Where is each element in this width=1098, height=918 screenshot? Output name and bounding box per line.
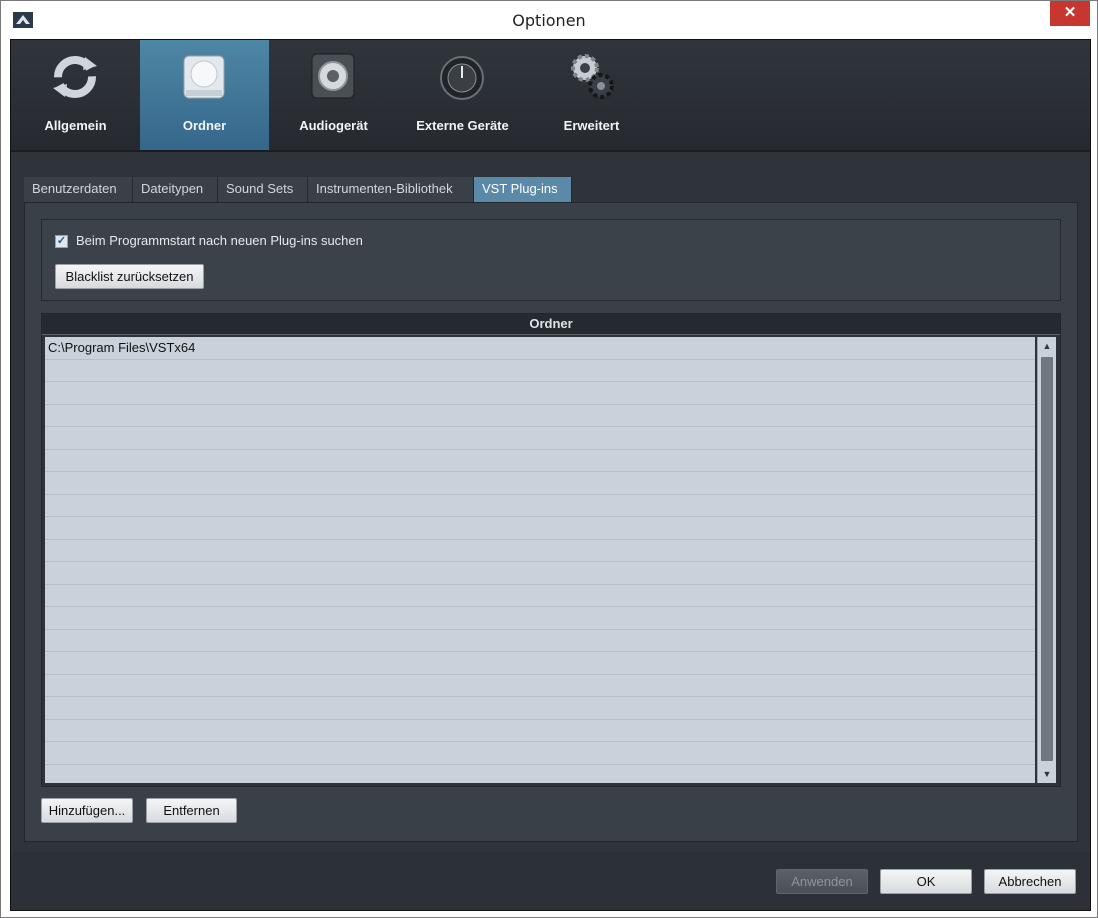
dialog-footer: Anwenden OK Abbrechen xyxy=(11,852,1090,910)
scroll-up-arrow-icon[interactable]: ▲ xyxy=(1038,337,1056,355)
nav-label: Erweitert xyxy=(563,118,620,133)
table-row-empty xyxy=(45,472,1035,495)
window-title: Optionen xyxy=(512,11,586,30)
drive-icon xyxy=(183,55,225,99)
nav-label: Audiogerät xyxy=(299,118,368,133)
tab-sound-sets[interactable]: Sound Sets xyxy=(218,177,308,202)
table-row-empty xyxy=(45,382,1035,405)
table-row[interactable]: C:\Program Files\VSTx64 xyxy=(45,337,1035,360)
vst-panel: ✓ Beim Programmstart nach neuen Plug-ins… xyxy=(24,202,1078,842)
table-row-empty xyxy=(45,540,1035,562)
nav-label: Externe Geräte xyxy=(416,118,509,133)
table-row-empty xyxy=(45,720,1035,742)
reset-blacklist-button[interactable]: Blacklist zurücksetzen xyxy=(55,264,204,289)
folder-rows: C:\Program Files\VSTx64 xyxy=(45,337,1035,783)
nav-item-externe-geraete[interactable]: Externe Geräte xyxy=(398,40,527,150)
table-row-empty xyxy=(45,517,1035,540)
nav-item-ordner[interactable]: Ordner xyxy=(140,40,269,150)
cancel-button[interactable]: Abbrechen xyxy=(984,869,1076,894)
table-row-empty xyxy=(45,495,1035,517)
table-row-empty xyxy=(45,630,1035,652)
tab-dateitypen[interactable]: Dateitypen xyxy=(133,177,218,202)
tab-instrumenten-bibliothek[interactable]: Instrumenten-Bibliothek xyxy=(308,177,474,202)
close-button[interactable]: ✕ xyxy=(1050,1,1090,26)
table-row-empty xyxy=(45,562,1035,585)
table-row-empty xyxy=(45,427,1035,450)
scroll-down-arrow-icon[interactable]: ▼ xyxy=(1038,765,1056,783)
table-row-empty xyxy=(45,607,1035,630)
nav-item-audiogeraet[interactable]: Audiogerät xyxy=(269,40,398,150)
tab-vst-plugins[interactable]: VST Plug-ins xyxy=(474,177,572,202)
category-nav: Allgemein Ordner Audiogerät Externe Gerä… xyxy=(11,40,1090,152)
scan-on-startup-label: Beim Programmstart nach neuen Plug-ins s… xyxy=(76,233,363,248)
table-row-empty xyxy=(45,652,1035,675)
table-row-empty xyxy=(45,765,1035,784)
tab-benutzerdaten[interactable]: Benutzerdaten xyxy=(24,177,133,202)
refresh-icon xyxy=(53,56,97,98)
title-bar: Optionen ✕ xyxy=(1,1,1097,39)
speaker-icon xyxy=(311,53,355,99)
column-header-ordner[interactable]: Ordner xyxy=(42,314,1060,335)
table-row-empty xyxy=(45,585,1035,607)
dialog-client: Allgemein Ordner Audiogerät Externe Gerä… xyxy=(10,39,1091,911)
remove-folder-button[interactable]: Entfernen xyxy=(146,798,237,823)
knob-icon xyxy=(440,56,484,100)
options-window: Optionen ✕ Allgemein Ordner Audiogerät E… xyxy=(0,0,1098,918)
ok-button[interactable]: OK xyxy=(880,869,972,894)
nav-item-allgemein[interactable]: Allgemein xyxy=(11,40,140,150)
table-row-empty xyxy=(45,697,1035,720)
table-row-empty xyxy=(45,405,1035,427)
table-row-empty xyxy=(45,450,1035,472)
scan-on-startup-checkbox[interactable]: ✓ xyxy=(55,235,68,248)
nav-item-erweitert[interactable]: Erweitert xyxy=(527,40,656,150)
scan-options-group: ✓ Beim Programmstart nach neuen Plug-ins… xyxy=(41,219,1061,301)
table-row-empty xyxy=(45,360,1035,382)
nav-label: Allgemein xyxy=(44,118,107,133)
table-row-empty xyxy=(45,675,1035,697)
apply-button[interactable]: Anwenden xyxy=(776,869,868,894)
add-folder-button[interactable]: Hinzufügen... xyxy=(41,798,133,823)
nav-label: Ordner xyxy=(182,118,227,133)
vertical-scrollbar[interactable]: ▲ ▼ xyxy=(1037,337,1056,783)
folder-list: Ordner C:\Program Files\VSTx64 ▲ ▼ xyxy=(41,313,1061,787)
gears-icon xyxy=(571,54,614,99)
content-area: Benutzerdaten Dateitypen Sound Sets Inst… xyxy=(11,152,1090,852)
scroll-thumb[interactable] xyxy=(1041,357,1053,761)
table-row-empty xyxy=(45,742,1035,765)
